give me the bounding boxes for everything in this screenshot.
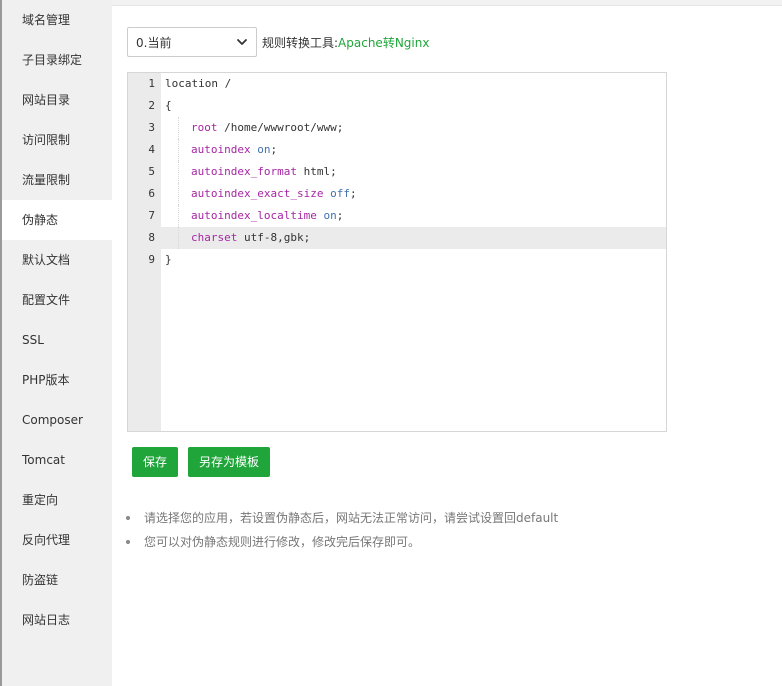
code-text: { <box>165 99 172 112</box>
line-number: 8 <box>148 231 155 244</box>
directive-keyword: autoindex_format <box>191 165 297 178</box>
directive-end: ; <box>270 143 278 156</box>
directive-value: utf-8,gbk; <box>237 231 311 244</box>
directive-keyword: autoindex_exact_size <box>191 187 324 200</box>
directive-atom: on <box>257 143 271 156</box>
code-line: 9 } <box>128 249 666 271</box>
directive-keyword: autoindex_localtime <box>191 209 317 222</box>
tip-item: 您可以对伪静态规则进行修改，修改完后保存即可。 <box>126 530 558 554</box>
indent-guide <box>178 139 179 161</box>
line-number: 7 <box>148 209 155 222</box>
sidebar-item-access-restriction[interactable]: 访问限制 <box>2 120 112 160</box>
directive-atom: off <box>330 187 350 200</box>
rewrite-template-select[interactable]: 0.当前 <box>127 27 257 57</box>
code-line-active: 8 charset utf-8,gbk; <box>128 227 666 249</box>
tip-text: 请选择您的应用，若设置伪静态后，网站无法正常访问，请尝试设置回default <box>144 511 559 525</box>
tip-text: 您可以对伪静态规则进行修改，修改完后保存即可。 <box>144 535 421 549</box>
line-number: 9 <box>148 253 155 266</box>
indent-guide <box>178 227 179 249</box>
sidebar-item-hotlink-protection[interactable]: 防盗链 <box>2 560 112 600</box>
directive-keyword: autoindex <box>191 143 251 156</box>
directive-value: /home/wwwroot/www; <box>217 121 344 134</box>
bullet-icon <box>126 540 130 544</box>
sidebar-item-redirect[interactable]: 重定向 <box>2 480 112 520</box>
directive-value: html; <box>296 165 337 178</box>
code-text: autoindex_format html; <box>191 161 337 183</box>
indent-guide <box>178 161 179 183</box>
sidebar-item-php-version[interactable]: PHP版本 <box>2 360 112 400</box>
line-number: 4 <box>148 143 155 156</box>
sidebar-item-rewrite[interactable]: 伪静态 <box>2 200 112 240</box>
rewrite-template-select-value: 0.当前 <box>136 35 172 50</box>
sidebar-item-default-document[interactable]: 默认文档 <box>2 240 112 280</box>
sidebar-item-ssl[interactable]: SSL <box>2 320 112 360</box>
tip-item: 请选择您的应用，若设置伪静态后，网站无法正常访问，请尝试设置回default <box>126 506 558 530</box>
directive-atom: on <box>323 209 337 222</box>
save-as-template-button[interactable]: 另存为模板 <box>188 447 271 477</box>
code-line: 6 autoindex_exact_size off; <box>128 183 666 205</box>
line-number: 5 <box>148 165 155 178</box>
rule-converter-label: 规则转换工具: <box>262 35 339 50</box>
sidebar-item-traffic-limit[interactable]: 流量限制 <box>2 160 112 200</box>
directive-keyword: root <box>191 121 218 134</box>
sidebar-item-subdirectory-binding[interactable]: 子目录绑定 <box>2 40 112 80</box>
sidebar-item-site-directory[interactable]: 网站目录 <box>2 80 112 120</box>
sidebar-item-composer[interactable]: Composer <box>2 400 112 440</box>
code-line: 7 autoindex_localtime on; <box>128 205 666 227</box>
sidebar-item-site-logs[interactable]: 网站日志 <box>2 600 112 640</box>
code-line: 5 autoindex_format html; <box>128 161 666 183</box>
sidebar-item-domain-management[interactable]: 域名管理 <box>2 0 112 40</box>
directive-keyword: charset <box>191 231 238 244</box>
apache-to-nginx-link[interactable]: Apache转Nginx <box>338 34 429 51</box>
editor-lines: 1 location / 2 { 3 root /home/wwwroot/ww… <box>128 73 666 271</box>
indent-guide <box>178 205 179 227</box>
sidebar-item-config-file[interactable]: 配置文件 <box>2 280 112 320</box>
chevron-down-icon <box>237 39 247 45</box>
line-number: 3 <box>148 121 155 134</box>
sidebar-item-reverse-proxy[interactable]: 反向代理 <box>2 520 112 560</box>
line-number: 1 <box>148 77 155 90</box>
code-line: 3 root /home/wwwroot/www; <box>128 117 666 139</box>
code-text: location / <box>165 77 232 90</box>
code-line: 2 { <box>128 95 666 117</box>
code-text: autoindex_exact_size off; <box>191 183 357 205</box>
code-text: root /home/wwwroot/www; <box>191 117 343 139</box>
indent-guide <box>178 117 179 139</box>
code-text: } <box>165 253 172 266</box>
directive-end: ; <box>349 187 357 200</box>
line-number: 6 <box>148 187 155 200</box>
indent-guide <box>178 183 179 205</box>
rewrite-toolbar: 0.当前 规则转换工具: Apache转Nginx <box>127 27 429 57</box>
code-text: charset utf-8,gbk; <box>191 227 310 249</box>
code-text: autoindex on; <box>191 139 277 161</box>
code-line: 1 location / <box>128 73 666 95</box>
sidebar-item-tomcat[interactable]: Tomcat <box>2 440 112 480</box>
rewrite-panel: 0.当前 规则转换工具: Apache转Nginx 1 location / 2… <box>112 6 782 686</box>
site-settings-sidebar: 域名管理 子目录绑定 网站目录 访问限制 流量限制 伪静态 默认文档 配置文件 … <box>2 0 112 686</box>
action-buttons: 保存 另存为模板 <box>132 447 280 477</box>
line-number: 2 <box>148 99 155 112</box>
code-text: autoindex_localtime on; <box>191 205 343 227</box>
help-tips: 请选择您的应用，若设置伪静态后，网站无法正常访问，请尝试设置回default 您… <box>126 506 558 554</box>
code-line: 4 autoindex on; <box>128 139 666 161</box>
directive-end: ; <box>336 209 344 222</box>
rewrite-code-editor[interactable]: 1 location / 2 { 3 root /home/wwwroot/ww… <box>127 72 667 432</box>
bullet-icon <box>126 516 130 520</box>
save-button[interactable]: 保存 <box>132 447 179 477</box>
